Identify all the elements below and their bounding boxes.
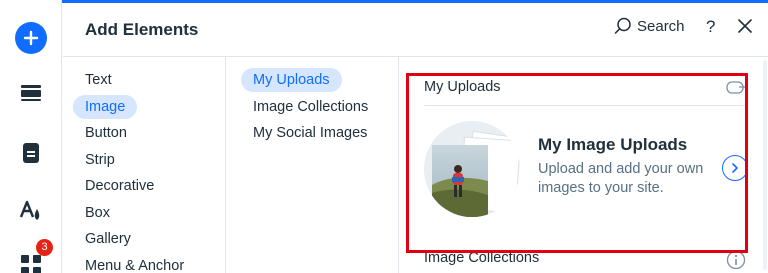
video-tooltip-icon: [726, 81, 745, 94]
section-divider: [424, 105, 748, 106]
content-scrollbar[interactable]: [763, 60, 767, 270]
category-decorative[interactable]: Decorative: [73, 174, 166, 198]
category-gallery[interactable]: Gallery: [73, 227, 143, 251]
open-uploads-button[interactable]: [722, 155, 748, 181]
close-button[interactable]: [738, 19, 752, 38]
theme-icon: [19, 200, 40, 220]
section-title-image-collections: Image Collections: [424, 250, 540, 266]
collections-info-button[interactable]: [726, 250, 746, 273]
panel-header: Add Elements Search ?: [63, 3, 768, 57]
uploads-illustration: [424, 121, 520, 217]
info-icon: [726, 250, 746, 270]
category-button[interactable]: Button: [73, 121, 139, 145]
subcategory-my-social-images[interactable]: My Social Images: [241, 121, 379, 145]
apps-icon: [21, 255, 41, 273]
upload-info-button[interactable]: [726, 80, 746, 101]
pages-button[interactable]: [0, 142, 62, 164]
chevron-right-icon: [732, 163, 738, 173]
card-title: My Image Uploads: [538, 135, 688, 154]
left-tool-rail: 3: [0, 0, 62, 273]
panel-title: Add Elements: [85, 20, 199, 39]
sections-icon: [21, 85, 41, 101]
subcategory-list: My Uploads Image Collections My Social I…: [227, 57, 399, 273]
category-box[interactable]: Box: [73, 201, 122, 225]
category-image[interactable]: Image: [73, 95, 138, 119]
section-title-my-uploads: My Uploads: [424, 79, 501, 95]
content-pane: My Uploads My Image Uploads Upload and a…: [400, 57, 768, 273]
my-image-uploads-card[interactable]: My Image Uploads Upload and add your own…: [424, 119, 750, 219]
close-icon: [738, 19, 752, 33]
search-button[interactable]: Search: [614, 17, 685, 35]
search-icon: [614, 17, 631, 34]
subcategory-image-collections[interactable]: Image Collections: [241, 95, 380, 119]
card-description: Upload and add your own images to your s…: [538, 161, 704, 196]
theme-button[interactable]: [0, 200, 62, 222]
category-menu-anchor[interactable]: Menu & Anchor: [73, 254, 196, 273]
pages-icon: [23, 143, 39, 163]
search-label: Search: [637, 17, 685, 35]
help-button[interactable]: ?: [706, 17, 715, 37]
sections-button[interactable]: [0, 84, 62, 102]
subcategory-my-uploads[interactable]: My Uploads: [241, 68, 342, 92]
add-elements-button[interactable]: [0, 22, 62, 54]
category-strip[interactable]: Strip: [73, 148, 127, 172]
category-list: Text Image Button Strip Decorative Box G…: [63, 57, 226, 273]
add-elements-icon: [15, 22, 47, 54]
category-text[interactable]: Text: [73, 68, 124, 92]
apps-notification-badge: 3: [36, 239, 53, 256]
apps-button[interactable]: [0, 254, 62, 273]
